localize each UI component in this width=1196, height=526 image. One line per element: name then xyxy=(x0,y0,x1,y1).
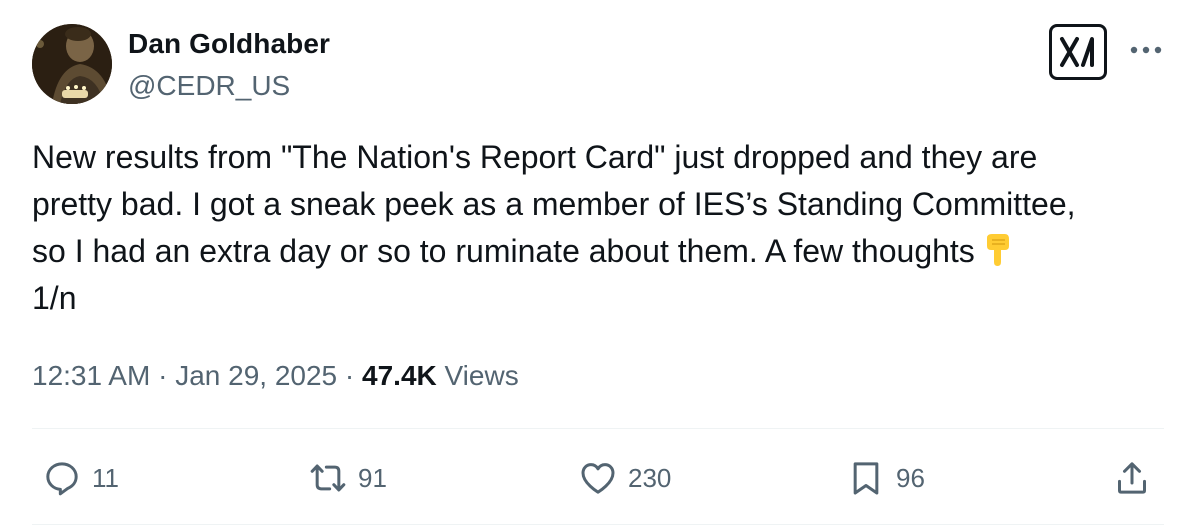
avatar-image xyxy=(32,24,112,104)
like-icon xyxy=(581,463,615,494)
tweet-line: so I had an extra day or so to ruminate … xyxy=(32,233,975,269)
tweet-card: Dan Goldhaber @CEDR_US New results from … xyxy=(0,0,1196,526)
tweet-line: 1/n xyxy=(32,280,77,316)
share-button[interactable] xyxy=(1112,456,1152,500)
repost-icon xyxy=(310,464,346,492)
tweet-meta: 12:31 AM · Jan 29, 2025 · 47.4K Views xyxy=(32,360,519,392)
like-count: 230 xyxy=(628,462,672,493)
bookmark-icon xyxy=(853,462,879,495)
meta-separator: · xyxy=(158,360,168,391)
author-display-name[interactable]: Dan Goldhaber xyxy=(128,28,330,60)
views-count[interactable]: 47.4K xyxy=(362,360,437,391)
reply-button[interactable]: 11 xyxy=(42,456,119,500)
tweet-date[interactable]: Jan 29, 2025 xyxy=(175,360,337,391)
bookmark-button[interactable]: 96 xyxy=(846,456,925,500)
x-logo-badge[interactable] xyxy=(1049,24,1107,80)
reply-count: 11 xyxy=(92,462,119,493)
x-logo-icon xyxy=(1060,37,1094,67)
like-button[interactable]: 230 xyxy=(578,456,671,500)
views-label[interactable]: Views xyxy=(445,360,519,391)
share-icon xyxy=(1118,462,1146,494)
more-options-button[interactable] xyxy=(1128,38,1164,62)
tweet-line: New results from "The Nation's Report Ca… xyxy=(32,139,1038,175)
tweet-line: pretty bad. I got a sneak peek as a memb… xyxy=(32,186,1076,222)
tweet-time[interactable]: 12:31 AM xyxy=(32,360,150,391)
bookmark-count: 96 xyxy=(896,462,925,493)
avatar[interactable] xyxy=(32,24,112,104)
repost-button[interactable]: 91 xyxy=(308,456,387,500)
repost-count: 91 xyxy=(358,462,387,493)
more-icon xyxy=(1130,46,1162,54)
tweet-line-with-emoji: so I had an extra day or so to ruminate … xyxy=(32,228,1172,275)
divider xyxy=(32,524,1164,525)
author-handle[interactable]: @CEDR_US xyxy=(128,70,290,102)
meta-separator: · xyxy=(344,360,355,391)
backhand-index-pointing-down-icon xyxy=(986,234,1009,266)
tweet-text: New results from "The Nation's Report Ca… xyxy=(32,134,1172,322)
reply-icon xyxy=(46,462,78,496)
divider xyxy=(32,428,1164,429)
